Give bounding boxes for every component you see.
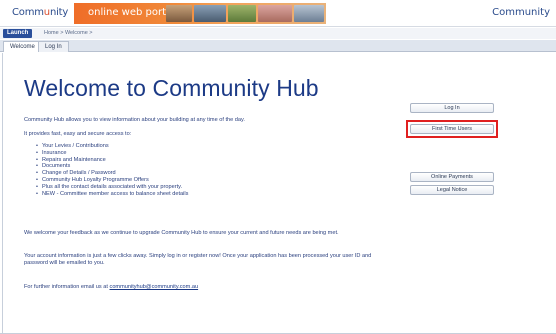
breadcrumb[interactable]: Home > Welcome > [44, 29, 93, 38]
log-in-button[interactable]: Log In [410, 103, 494, 113]
list-item: Change of Details / Password [36, 170, 188, 177]
community-logo[interactable]: Community [12, 7, 68, 18]
banner-photo-3 [228, 5, 256, 22]
further-info-text: For further information email us at comm… [24, 284, 198, 291]
email-link[interactable]: communityhub@community.com.au [110, 284, 199, 290]
portal-banner: online web portal [74, 3, 326, 24]
further-info-prefix: For further information email us at [24, 284, 108, 290]
logo-text-part2: nity [49, 7, 69, 18]
content-border-left [2, 53, 3, 334]
feedback-text: We welcome your feedback as we continue … [24, 230, 339, 236]
nav-row: Launch Home > Welcome > [0, 28, 556, 39]
banner-photo-4 [258, 5, 292, 22]
list-item: Community Hub Loyalty Programme Offers [36, 177, 188, 184]
legal-notice-button[interactable]: Legal Notice [410, 185, 494, 195]
portal-label: online web portal [88, 7, 175, 18]
tab-welcome[interactable]: Welcome [3, 41, 42, 52]
account-text: Your account information is just a few c… [24, 253, 372, 266]
banner-photo-1 [166, 5, 192, 22]
list-item: Plus all the contact details associated … [36, 184, 188, 191]
logo-text-part1: Comm [12, 7, 44, 18]
feature-list: Your Levies / Contributions Insurance Re… [36, 143, 188, 197]
list-item: Repairs and Maintenance [36, 157, 188, 164]
list-item: NEW - Committee member access to balance… [36, 191, 188, 198]
community-logo-right: Community [492, 7, 550, 18]
intro-text: Community Hub allows you to view informa… [24, 117, 245, 123]
banner-photo-5 [294, 5, 324, 22]
banner-photo-2 [194, 5, 226, 22]
launch-button[interactable]: Launch [3, 29, 33, 38]
tab-log-in[interactable]: Log In [38, 41, 69, 52]
list-item: Your Levies / Contributions [36, 143, 188, 150]
list-item: Insurance [36, 150, 188, 157]
page-title: Welcome to Community Hub [24, 75, 319, 101]
tab-bar: Welcome Log In [0, 40, 556, 52]
secure-access-text: It provides fast, easy and secure access… [24, 131, 132, 137]
first-time-users-button[interactable]: First Time Users [410, 124, 494, 134]
list-item: Documents [36, 163, 188, 170]
online-payments-button[interactable]: Online Payments [410, 172, 494, 182]
header: Community online web portal Community [0, 0, 556, 27]
